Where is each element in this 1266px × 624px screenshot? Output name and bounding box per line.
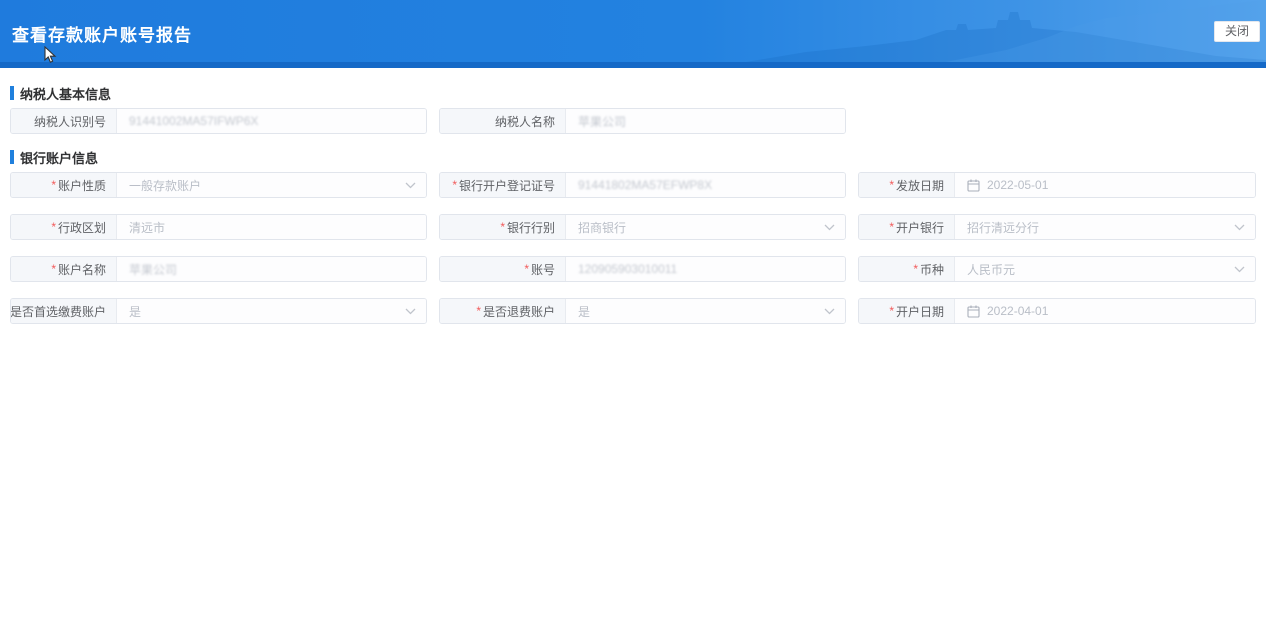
field-refund-account: 是否退费账户 是: [439, 298, 846, 324]
field-taxpayer-id: 纳税人识别号 91441002MA57IFWP6X: [10, 108, 427, 134]
account-number-input[interactable]: 120905903010011: [566, 257, 845, 281]
admin-division-input[interactable]: 清远市: [117, 215, 426, 239]
refund-account-label: 是否退费账户: [440, 299, 566, 323]
field-admin-division: 行政区划 清远市: [10, 214, 427, 240]
chevron-down-icon: [1234, 224, 1245, 231]
chevron-down-icon: [824, 308, 835, 315]
calendar-icon: [967, 305, 980, 318]
account-name-input[interactable]: 苹果公司: [117, 257, 426, 281]
opening-date-picker[interactable]: 2022-04-01: [955, 299, 1255, 323]
account-number-label: 账号: [440, 257, 566, 281]
bank-form-grid: 账户性质 一般存款账户 银行开户登记证号 91441802MA57EFWP8X …: [10, 172, 1256, 324]
field-account-name: 账户名称 苹果公司: [10, 256, 427, 282]
currency-select[interactable]: 人民币元: [955, 257, 1255, 281]
field-bank-reg-no: 银行开户登记证号 91441802MA57EFWP8X: [439, 172, 846, 198]
field-opening-bank: 开户银行 招行清远分行: [858, 214, 1256, 240]
issue-date-picker[interactable]: 2022-05-01: [955, 173, 1255, 197]
opening-bank-select[interactable]: 招行清远分行: [955, 215, 1255, 239]
preferred-payment-label: 是否首选缴费账户: [11, 299, 117, 323]
admin-division-label: 行政区划: [11, 215, 117, 239]
account-name-label: 账户名称: [11, 257, 117, 281]
bank-reg-no-input[interactable]: 91441802MA57EFWP8X: [566, 173, 845, 197]
account-nature-label: 账户性质: [11, 173, 117, 197]
section-title-taxpayer: 纳税人基本信息: [10, 86, 1256, 102]
currency-label: 币种: [859, 257, 955, 281]
chevron-down-icon: [405, 308, 416, 315]
opening-bank-label: 开户银行: [859, 215, 955, 239]
taxpayer-form-row: 纳税人识别号 91441002MA57IFWP6X 纳税人名称 苹果公司: [10, 108, 1256, 134]
bank-category-label: 银行行别: [440, 215, 566, 239]
main-content: 纳税人基本信息 纳税人识别号 91441002MA57IFWP6X 纳税人名称 …: [0, 68, 1266, 324]
field-account-nature: 账户性质 一般存款账户: [10, 172, 427, 198]
great-wall-background-image: [746, 0, 1266, 62]
opening-date-label: 开户日期: [859, 299, 955, 323]
field-bank-category: 银行行别 招商银行: [439, 214, 846, 240]
bank-reg-no-label: 银行开户登记证号: [440, 173, 566, 197]
field-opening-date: 开户日期 2022-04-01: [858, 298, 1256, 324]
header-bottom-strip: [0, 62, 1266, 68]
chevron-down-icon: [824, 224, 835, 231]
section-title-bank: 银行账户信息: [10, 150, 1256, 166]
close-button[interactable]: 关闭: [1214, 21, 1260, 42]
section-accent-bar: [10, 150, 14, 164]
mouse-cursor-icon: [44, 46, 57, 63]
chevron-down-icon: [405, 182, 416, 189]
field-preferred-payment: 是否首选缴费账户 是: [10, 298, 427, 324]
taxpayer-id-label: 纳税人识别号: [11, 109, 117, 133]
field-taxpayer-name: 纳税人名称 苹果公司: [439, 108, 846, 134]
field-issue-date: 发放日期 2022-05-01: [858, 172, 1256, 198]
field-account-number: 账号 120905903010011: [439, 256, 846, 282]
taxpayer-name-input[interactable]: 苹果公司: [566, 109, 845, 133]
chevron-down-icon: [1234, 266, 1245, 273]
field-currency: 币种 人民币元: [858, 256, 1256, 282]
refund-account-select[interactable]: 是: [566, 299, 845, 323]
page-title: 查看存款账户账号报告: [12, 26, 192, 45]
calendar-icon: [967, 179, 980, 192]
account-nature-select[interactable]: 一般存款账户: [117, 173, 426, 197]
section-accent-bar: [10, 86, 14, 100]
bank-category-select[interactable]: 招商银行: [566, 215, 845, 239]
taxpayer-name-label: 纳税人名称: [440, 109, 566, 133]
taxpayer-id-input[interactable]: 91441002MA57IFWP6X: [117, 109, 426, 133]
issue-date-label: 发放日期: [859, 173, 955, 197]
page-header: 查看存款账户账号报告 关闭: [0, 0, 1266, 68]
preferred-payment-select[interactable]: 是: [117, 299, 426, 323]
